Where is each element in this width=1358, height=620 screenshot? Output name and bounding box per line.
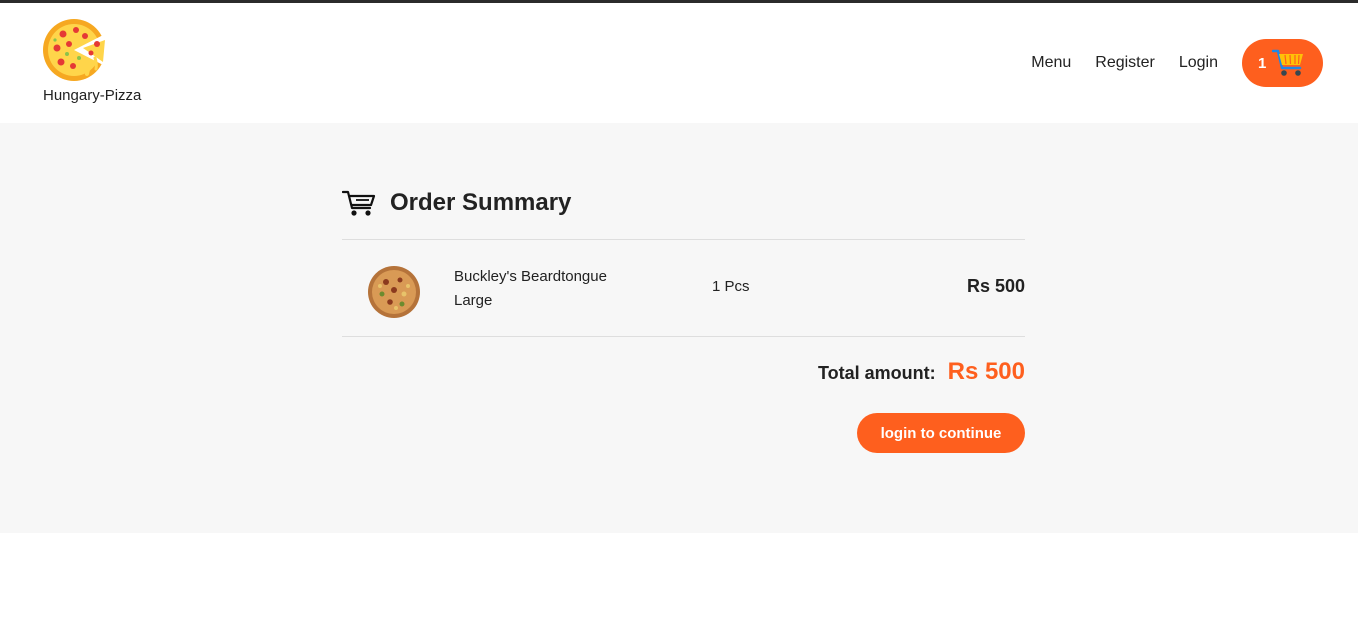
brand[interactable]: Hungary-Pizza: [43, 18, 173, 104]
cart-outline-icon: [342, 190, 376, 216]
cart-count-badge: 1: [1258, 54, 1267, 72]
total-amount: Total amount: Rs 500: [818, 358, 1025, 386]
divider-bottom: [342, 336, 1025, 337]
cart-item-row: Buckley's Beardtongue Large 1 Pcs Rs 500: [342, 240, 1025, 336]
item-name: Buckley's Beardtongue Large: [454, 265, 607, 313]
total-label: Total amount:: [817, 363, 936, 383]
order-summary-section: Order Summary Buckley's Beardtongue Larg…: [0, 123, 1358, 533]
brand-name: Hungary-Pizza: [43, 87, 142, 104]
item-price: Rs 500: [966, 276, 1025, 296]
total-value: Rs 500: [947, 358, 1025, 385]
pizza-thumbnail-icon: [368, 266, 420, 318]
shopping-cart-icon: [1272, 49, 1304, 76]
summary-header: Order Summary: [342, 189, 571, 217]
site-header: Hungary-Pizza Menu Register Login 1: [0, 3, 1358, 123]
item-title: Buckley's Beardtongue: [454, 268, 607, 285]
main-nav: Menu Register Login 1: [1031, 39, 1323, 87]
item-size: Large: [454, 292, 493, 309]
nav-register-link[interactable]: Register: [1095, 54, 1155, 72]
login-to-continue-button[interactable]: login to continue: [857, 413, 1025, 453]
pizza-logo-icon: [43, 19, 109, 81]
page-title: Order Summary: [390, 189, 572, 216]
item-quantity: 1 Pcs: [712, 278, 750, 295]
cart-button[interactable]: 1: [1242, 39, 1323, 87]
nav-menu-link[interactable]: Menu: [1031, 54, 1071, 72]
nav-login-link[interactable]: Login: [1179, 54, 1218, 72]
